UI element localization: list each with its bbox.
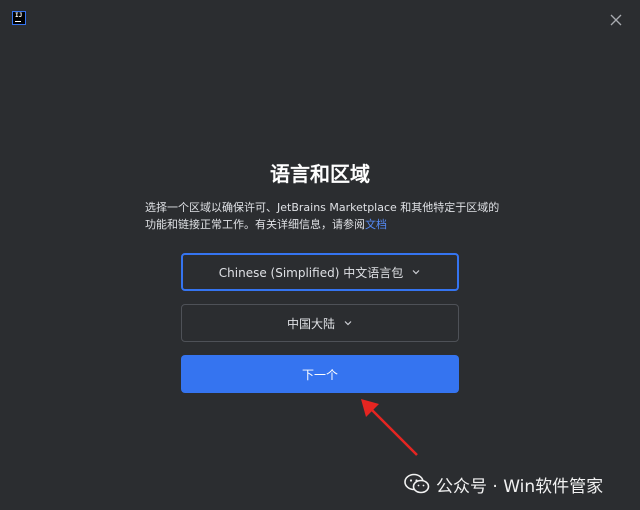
region-select[interactable]: 中国大陆 (181, 304, 459, 342)
language-select[interactable]: Chinese (Simplified) 中文语言包 (181, 253, 459, 291)
wechat-icon (404, 473, 430, 494)
next-button[interactable]: 下一个 (181, 355, 459, 393)
app-logo: IJ (12, 11, 26, 25)
watermark: 公众号 · Win软件管家 (404, 471, 603, 497)
docs-link[interactable]: 文档 (365, 218, 387, 231)
close-icon (610, 14, 622, 26)
chevron-down-icon (344, 321, 352, 326)
description-text: 选择一个区域以确保许可、JetBrains Marketplace 和其他特定于… (145, 201, 500, 231)
app-logo-text: IJ (15, 12, 23, 19)
region-select-value: 中国大陆 (286, 316, 335, 331)
language-select-value: Chinese (Simplified) 中文语言包 (218, 265, 404, 280)
description: 选择一个区域以确保许可、JetBrains Marketplace 和其他特定于… (145, 199, 500, 233)
annotation-arrow (361, 399, 418, 456)
page-title: 语言和区域 (270, 162, 370, 186)
close-button[interactable] (604, 8, 628, 32)
watermark-text: 公众号 · Win软件管家 (436, 476, 604, 497)
chevron-down-icon (412, 270, 420, 275)
